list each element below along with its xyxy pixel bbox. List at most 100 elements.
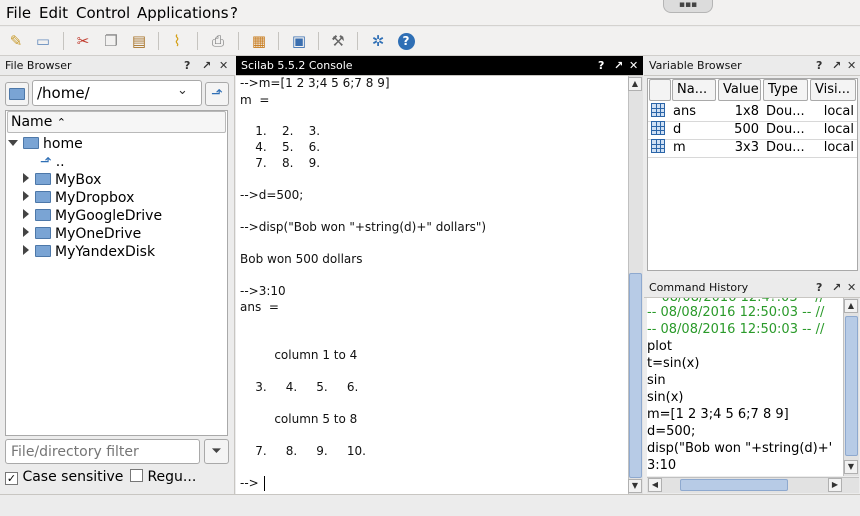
open-file-icon[interactable]: ▭ bbox=[32, 30, 54, 52]
console-line: column 5 to 8 bbox=[240, 412, 358, 426]
file-filter-input[interactable] bbox=[5, 439, 200, 464]
panel-undock-icon[interactable]: ↗ bbox=[832, 278, 841, 298]
collapsed-icon[interactable] bbox=[23, 173, 29, 183]
history-command[interactable]: 3:10 bbox=[647, 457, 676, 474]
column-header-type[interactable]: Type bbox=[763, 79, 808, 101]
variable-grid-icon bbox=[651, 139, 665, 157]
new-script-icon[interactable]: ✎ bbox=[5, 30, 27, 52]
tree-item-home[interactable]: home bbox=[8, 135, 83, 153]
console-output[interactable] bbox=[236, 76, 628, 494]
history-command[interactable]: d=500; bbox=[647, 423, 695, 440]
scroll-up-icon[interactable]: ▲ bbox=[844, 299, 858, 313]
tree-item-myonedrive[interactable]: MyOneDrive bbox=[23, 225, 141, 243]
cut-icon[interactable]: ✂ bbox=[72, 30, 94, 52]
collapsed-icon[interactable] bbox=[23, 227, 29, 237]
column-header-value[interactable]: Value bbox=[718, 79, 761, 101]
panel-close-icon[interactable]: ✕ bbox=[219, 56, 228, 76]
tree-item-mybox[interactable]: MyBox bbox=[23, 171, 101, 189]
print-icon[interactable]: ⎙ bbox=[207, 30, 229, 52]
case-sensitive-option[interactable]: ✓ Case sensitive bbox=[5, 469, 123, 486]
paste-icon[interactable]: ▤ bbox=[128, 30, 150, 52]
panel-close-icon[interactable]: ✕ bbox=[847, 56, 856, 76]
column-header-visibility[interactable]: Visi... bbox=[810, 79, 856, 101]
menu-file[interactable]: File bbox=[6, 4, 31, 22]
tree-item-label: MyBox bbox=[55, 172, 102, 188]
demos-icon[interactable]: ▣ bbox=[288, 30, 310, 52]
panel-help-icon[interactable]: ? bbox=[598, 56, 604, 76]
file-browser-header: File Browser ? ↗ ✕ bbox=[0, 56, 235, 76]
collapsed-icon[interactable] bbox=[23, 191, 29, 201]
module-manager-icon[interactable]: ✲ bbox=[367, 30, 389, 52]
preferences-icon[interactable]: ⚒ bbox=[327, 30, 349, 52]
name-column-label: Name bbox=[11, 114, 53, 130]
panel-help-icon[interactable]: ? bbox=[816, 56, 822, 76]
panel-undock-icon[interactable]: ↗ bbox=[832, 56, 841, 76]
history-scroll-thumb[interactable] bbox=[845, 316, 858, 456]
panel-close-icon[interactable]: ✕ bbox=[847, 278, 856, 298]
column-header-name[interactable]: Na... bbox=[672, 79, 716, 101]
history-hscroll-thumb[interactable] bbox=[680, 479, 788, 491]
console-line: -->m=[1 2 3;4 5 6;7 8 9] bbox=[240, 76, 390, 90]
console-line: Bob won 500 dollars bbox=[240, 252, 363, 266]
console-prompt[interactable]: --> bbox=[240, 476, 259, 490]
history-command[interactable]: sin(x) bbox=[647, 389, 683, 406]
panel-undock-icon[interactable]: ↗ bbox=[202, 56, 211, 76]
name-column-header[interactable]: Name ⌃ bbox=[7, 111, 226, 133]
menu-help[interactable]: ? bbox=[230, 4, 238, 22]
console-line: -->3:10 bbox=[240, 284, 286, 298]
variable-name: d bbox=[673, 122, 682, 137]
collapsed-icon[interactable] bbox=[23, 209, 29, 219]
variable-grid-icon bbox=[651, 121, 665, 139]
scroll-left-icon[interactable]: ◀ bbox=[648, 478, 662, 492]
history-command[interactable]: disp("Bob won "+string(d)+' bbox=[647, 440, 832, 457]
tree-item-mydropbox[interactable]: MyDropbox bbox=[23, 189, 134, 207]
regex-option[interactable]: Regu... bbox=[130, 469, 196, 486]
scroll-up-icon[interactable]: ▲ bbox=[628, 77, 642, 91]
file-browser-title: File Browser bbox=[5, 59, 72, 72]
panel-close-icon[interactable]: ✕ bbox=[629, 56, 638, 76]
regex-checkbox[interactable] bbox=[130, 469, 143, 482]
tree-item-parent[interactable]: ⬏.. bbox=[40, 153, 65, 171]
collapsed-icon[interactable] bbox=[23, 245, 29, 255]
help-icon[interactable]: ? bbox=[395, 30, 417, 52]
sort-ascending-icon: ⌃ bbox=[56, 116, 66, 129]
history-command[interactable]: plot bbox=[647, 338, 672, 355]
panel-help-icon[interactable]: ? bbox=[816, 278, 822, 298]
variable-value: 3x3 bbox=[734, 140, 759, 155]
copy-icon[interactable]: ❐ bbox=[100, 30, 122, 52]
expanded-icon[interactable] bbox=[8, 140, 18, 146]
window-grip-icon[interactable]: ▪▪▪ bbox=[663, 0, 713, 13]
console-scroll-thumb[interactable] bbox=[629, 273, 642, 478]
filter-button[interactable]: ⏷ bbox=[204, 439, 229, 464]
chevron-down-icon[interactable]: ⌄ bbox=[177, 83, 188, 98]
column-header-icon[interactable] bbox=[649, 79, 671, 101]
scroll-down-icon[interactable]: ▼ bbox=[628, 479, 642, 493]
panel-undock-icon[interactable]: ↗ bbox=[614, 56, 623, 76]
path-combobox[interactable]: /home/ ⌄ bbox=[32, 80, 202, 106]
parent-directory-button[interactable]: ⬏ bbox=[205, 82, 229, 106]
scroll-right-icon[interactable]: ▶ bbox=[828, 478, 842, 492]
tree-item-label: home bbox=[43, 136, 83, 152]
panel-help-icon[interactable]: ? bbox=[184, 56, 190, 76]
tree-item-myyandexdisk[interactable]: MyYandexDisk bbox=[23, 243, 155, 261]
browse-folder-button[interactable] bbox=[5, 82, 29, 106]
variable-visibility: local bbox=[823, 104, 854, 119]
menu-control[interactable]: Control bbox=[76, 4, 130, 22]
tree-item-mygoogledrive[interactable]: MyGoogleDrive bbox=[23, 207, 162, 225]
variable-grid-icon bbox=[651, 103, 665, 121]
case-sensitive-checkbox[interactable]: ✓ bbox=[5, 472, 18, 485]
history-command[interactable]: t=sin(x) bbox=[647, 355, 699, 372]
history-command[interactable]: sin bbox=[647, 372, 666, 389]
tree-item-label: MyYandexDisk bbox=[55, 244, 156, 260]
regex-label: Regu... bbox=[147, 469, 197, 485]
history-session-line[interactable]: -- 08/08/2016 12:50:03 -- // bbox=[647, 321, 824, 338]
scroll-down-icon[interactable]: ▼ bbox=[844, 460, 858, 474]
console-line: -->d=500; bbox=[240, 188, 304, 202]
menu-edit[interactable]: Edit bbox=[39, 4, 68, 22]
clear-console-icon[interactable]: ⌇ bbox=[166, 30, 188, 52]
variable-name: ans bbox=[673, 104, 696, 119]
variable-browser-icon[interactable]: ▦ bbox=[248, 30, 270, 52]
history-session-line[interactable]: -- 08/08/2016 12:50:03 -- // bbox=[647, 304, 824, 321]
history-command[interactable]: m=[1 2 3;4 5 6;7 8 9] bbox=[647, 406, 789, 423]
menu-applications[interactable]: Applications bbox=[137, 4, 229, 22]
